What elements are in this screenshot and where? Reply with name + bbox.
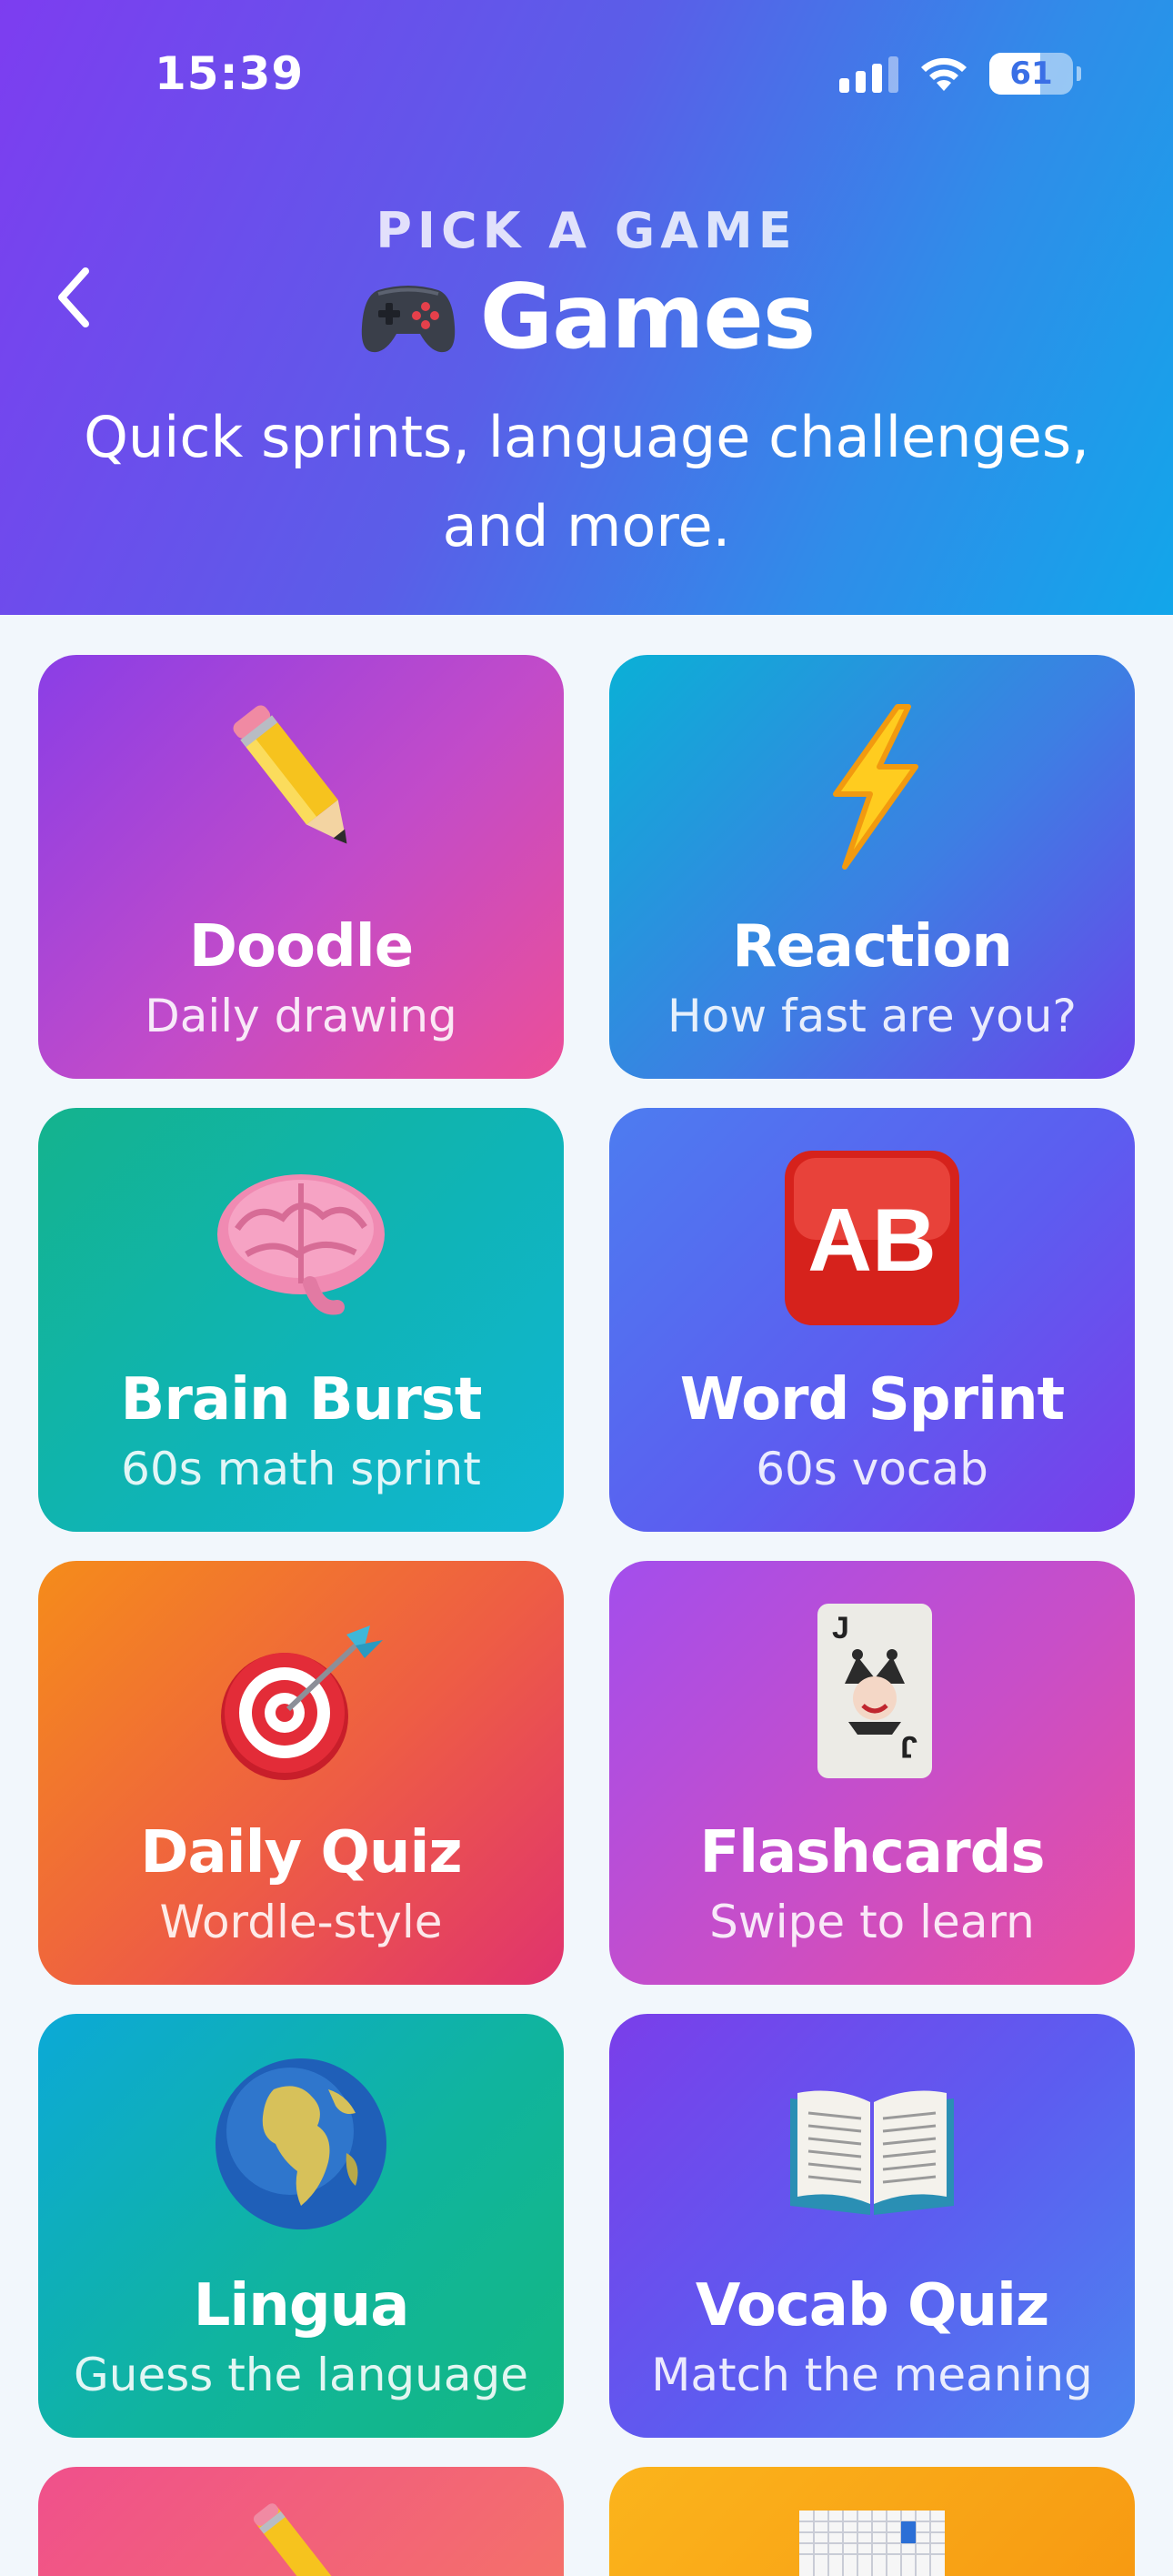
game-description: Guess the language bbox=[74, 2349, 528, 2401]
game-name: Vocab Quiz bbox=[695, 2272, 1049, 2340]
brain-icon bbox=[206, 1142, 396, 1333]
pencil-icon bbox=[253, 2503, 334, 2576]
game-name: Daily Quiz bbox=[140, 1819, 462, 1887]
game-name: Doodle bbox=[188, 913, 414, 981]
pencil-icon bbox=[206, 689, 396, 880]
game-name: Reaction bbox=[732, 913, 1013, 981]
header: 15:39 61 PICK A GAME Games Quick sprints… bbox=[0, 0, 1173, 615]
game-name: Word Sprint bbox=[679, 1366, 1065, 1434]
game-card-daily-quiz[interactable]: Daily Quiz Wordle-style bbox=[38, 1561, 564, 1985]
game-card-doodle[interactable]: Doodle Daily drawing bbox=[38, 655, 564, 1079]
game-card-partial-left[interactable] bbox=[38, 2467, 564, 2576]
game-card-word-sprint[interactable]: AB Word Sprint 60s vocab bbox=[609, 1108, 1135, 1532]
header-subtitle: Quick sprints, language challenges, and … bbox=[84, 404, 1089, 559]
wifi-icon bbox=[921, 57, 967, 91]
grid-icon bbox=[799, 2511, 945, 2576]
battery-level: 61 bbox=[1009, 55, 1053, 92]
game-controller-icon bbox=[361, 286, 455, 353]
game-name: Brain Burst bbox=[120, 1366, 483, 1434]
game-description: Swipe to learn bbox=[709, 1896, 1035, 1948]
page-title: Games bbox=[479, 266, 816, 369]
game-description: 60s vocab bbox=[756, 1443, 988, 1495]
game-description: Wordle-style bbox=[159, 1896, 443, 1948]
battery-icon: 61 bbox=[989, 53, 1081, 95]
status-icons: 61 bbox=[839, 53, 1081, 95]
games-grid: Doodle Daily drawing Reaction How fast a… bbox=[38, 655, 1135, 2576]
target-icon bbox=[206, 1595, 396, 1786]
globe-icon bbox=[206, 2048, 396, 2239]
game-card-partial-right[interactable] bbox=[609, 2467, 1135, 2576]
svg-text:J: J bbox=[832, 1611, 849, 1645]
game-description: Daily drawing bbox=[145, 990, 457, 1042]
svg-text:J: J bbox=[900, 1729, 917, 1764]
game-description: How fast are you? bbox=[667, 990, 1077, 1042]
game-card-reaction[interactable]: Reaction How fast are you? bbox=[609, 655, 1135, 1079]
lightning-icon bbox=[777, 689, 967, 880]
status-time: 15:39 bbox=[155, 47, 305, 100]
game-card-lingua[interactable]: Lingua Guess the language bbox=[38, 2014, 564, 2438]
joker-card-icon: J J bbox=[777, 1595, 967, 1786]
game-description: 60s math sprint bbox=[121, 1443, 481, 1495]
game-card-flashcards[interactable]: J J Flashcards Swipe to learn bbox=[609, 1561, 1135, 1985]
svg-text:AB: AB bbox=[807, 1190, 937, 1290]
game-name: Lingua bbox=[193, 2272, 410, 2340]
header-eyebrow: PICK A GAME bbox=[376, 202, 797, 259]
game-card-brain-burst[interactable]: Brain Burst 60s math sprint bbox=[38, 1108, 564, 1532]
game-description: Match the meaning bbox=[651, 2349, 1093, 2401]
ab-icon: AB bbox=[777, 1142, 967, 1333]
page-title-row: Games bbox=[0, 266, 1173, 369]
cellular-signal-icon bbox=[839, 55, 898, 93]
game-card-vocab-quiz[interactable]: Vocab Quiz Match the meaning bbox=[609, 2014, 1135, 2438]
open-book-icon bbox=[777, 2048, 967, 2239]
game-name: Flashcards bbox=[699, 1819, 1045, 1887]
